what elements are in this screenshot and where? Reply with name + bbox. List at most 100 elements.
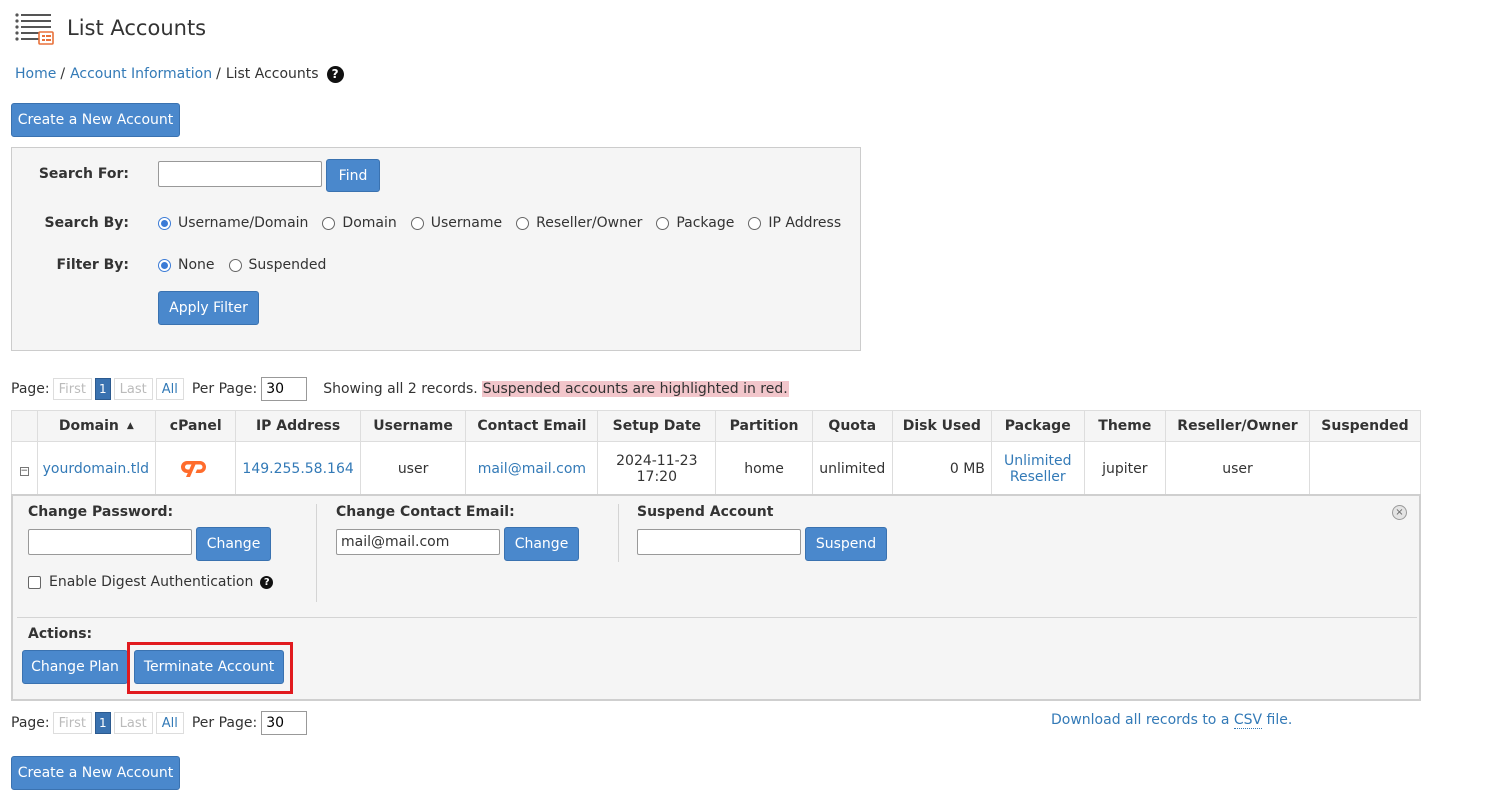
suspended-note: Suspended accounts are highlighted in re…: [481, 381, 789, 397]
digest-auth-label: Enable Digest Authentication: [49, 574, 254, 590]
page-title: List Accounts: [67, 16, 207, 40]
suspend-account-label: Suspend Account: [637, 504, 774, 520]
collapse-icon[interactable]: −: [19, 466, 29, 476]
change-plan-button[interactable]: Change Plan: [22, 650, 128, 684]
column-header-setup-date[interactable]: Setup Date: [597, 410, 717, 442]
search-for-label: Search For:: [38, 166, 129, 182]
filter-by-label: Filter By:: [56, 257, 129, 273]
package-cell: Unlimited Reseller: [990, 441, 1085, 496]
suspend-button[interactable]: Suspend: [805, 527, 887, 561]
breadcrumb: Home / Account Information / List Accoun…: [15, 64, 344, 84]
pagination-top: Page: First 1 Last All Per Page: Showing…: [11, 377, 789, 401]
package-link[interactable]: Unlimited Reseller: [1004, 453, 1071, 485]
cpanel-logo-icon[interactable]: [180, 460, 212, 482]
column-header-username[interactable]: Username: [359, 410, 467, 442]
search-by-username-domain[interactable]: Username/Domain: [158, 215, 308, 231]
last-page-button[interactable]: Last: [113, 378, 153, 400]
change-email-button[interactable]: Change: [504, 527, 579, 561]
change-password-input[interactable]: [28, 529, 192, 555]
first-page-button[interactable]: First: [52, 378, 92, 400]
search-by-username[interactable]: Username: [410, 215, 502, 231]
all-pages-button[interactable]: All: [155, 378, 184, 400]
per-page-label: Per Page:: [191, 715, 258, 731]
domain-link[interactable]: yourdomain.tld: [43, 461, 149, 477]
search-by-reseller-owner[interactable]: Reseller/Owner: [516, 215, 642, 231]
column-header-cpanel: cPanel: [155, 410, 237, 442]
breadcrumb-current: List Accounts: [225, 66, 319, 82]
column-header-ip-address[interactable]: IP Address: [235, 410, 361, 442]
last-page-button[interactable]: Last: [113, 712, 153, 734]
search-by-options: Username/Domain Domain Username Reseller…: [158, 215, 855, 231]
help-icon[interactable]: ?: [326, 65, 344, 83]
email-cell: mail@mail.com: [465, 441, 599, 496]
ip-address-link[interactable]: 149.255.58.164: [242, 461, 353, 477]
change-contact-email-input[interactable]: [336, 529, 500, 555]
suspend-reason-input[interactable]: [637, 529, 801, 555]
column-header-suspended[interactable]: Suspended: [1308, 410, 1422, 442]
column-header-contact-email[interactable]: Contact Email: [465, 410, 599, 442]
search-by-label: Search By:: [44, 215, 129, 231]
column-header-reseller-owner[interactable]: Reseller/Owner: [1165, 410, 1310, 442]
terminate-highlight-box: [127, 642, 293, 694]
per-page-input[interactable]: [261, 377, 308, 401]
first-page-button[interactable]: First: [52, 712, 92, 734]
create-account-button[interactable]: Create a New Account: [11, 756, 180, 790]
create-account-button[interactable]: Create a New Account: [11, 103, 180, 137]
radio-selected-icon: [158, 216, 171, 230]
radio-selected-icon: [158, 258, 171, 272]
find-button[interactable]: Find: [326, 159, 380, 192]
column-header-disk-used[interactable]: Disk Used: [891, 410, 992, 442]
page-1-button[interactable]: 1: [94, 378, 111, 400]
apply-filter-button[interactable]: Apply Filter: [158, 291, 259, 325]
accounts-table: Domain ▲ cPanel IP Address Username Conta…: [11, 410, 1422, 496]
contact-email-link[interactable]: mail@mail.com: [478, 461, 586, 477]
radio-icon: [516, 216, 530, 230]
expand-cell: −: [11, 441, 38, 496]
cpanel-cell: [155, 441, 237, 496]
per-page-input[interactable]: [261, 711, 308, 735]
change-password-label: Change Password:: [28, 504, 174, 520]
expand-column-header: [11, 410, 38, 442]
search-input[interactable]: [158, 161, 322, 187]
filter-none[interactable]: None: [158, 257, 215, 273]
column-header-partition[interactable]: Partition: [715, 410, 813, 442]
page-label: Page:: [11, 381, 50, 397]
help-icon[interactable]: ?: [260, 575, 274, 589]
all-pages-button[interactable]: All: [155, 712, 184, 734]
sort-ascending-icon: ▲: [126, 421, 134, 431]
radio-icon: [748, 216, 762, 230]
radio-icon: [228, 258, 242, 272]
search-by-ip-address[interactable]: IP Address: [748, 215, 841, 231]
search-panel: Search For: Find Search By: Username/Dom…: [11, 147, 861, 351]
setup-date-cell: 2024-11-23 17:20: [597, 441, 717, 496]
radio-icon: [656, 216, 670, 230]
suspended-cell: [1308, 441, 1422, 496]
download-csv-link[interactable]: Download all records to a CSV file.: [1051, 712, 1292, 729]
breadcrumb-account-information-link[interactable]: Account Information: [70, 66, 212, 82]
change-password-button[interactable]: Change: [196, 527, 271, 561]
per-page-label: Per Page:: [191, 381, 258, 397]
digest-auth-row: Enable Digest Authentication ?: [28, 574, 274, 590]
records-count-text: Showing all 2 records.: [323, 381, 478, 397]
divider: [316, 504, 317, 602]
theme-cell: jupiter: [1083, 441, 1167, 496]
column-header-package[interactable]: Package: [990, 410, 1085, 442]
owner-cell: user: [1165, 441, 1310, 496]
page-label: Page:: [11, 715, 50, 731]
radio-icon: [410, 216, 424, 230]
filter-suspended[interactable]: Suspended: [228, 257, 326, 273]
search-by-package[interactable]: Package: [656, 215, 734, 231]
list-accounts-icon: [15, 10, 55, 46]
column-header-quota[interactable]: Quota: [811, 410, 893, 442]
breadcrumb-home-link[interactable]: Home: [15, 66, 56, 82]
page-header: List Accounts: [15, 10, 206, 46]
pagination-bottom: Page: First 1 Last All Per Page:: [11, 711, 308, 735]
column-header-domain[interactable]: Domain ▲: [36, 410, 157, 442]
search-by-domain[interactable]: Domain: [322, 215, 397, 231]
page-1-button[interactable]: 1: [94, 712, 111, 734]
table-header-row: Domain ▲ cPanel IP Address Username Conta…: [11, 410, 1422, 442]
column-header-theme[interactable]: Theme: [1083, 410, 1167, 442]
digest-auth-checkbox[interactable]: [28, 575, 41, 589]
close-icon[interactable]: ×: [1392, 505, 1407, 520]
filter-by-options: None Suspended: [158, 257, 340, 273]
